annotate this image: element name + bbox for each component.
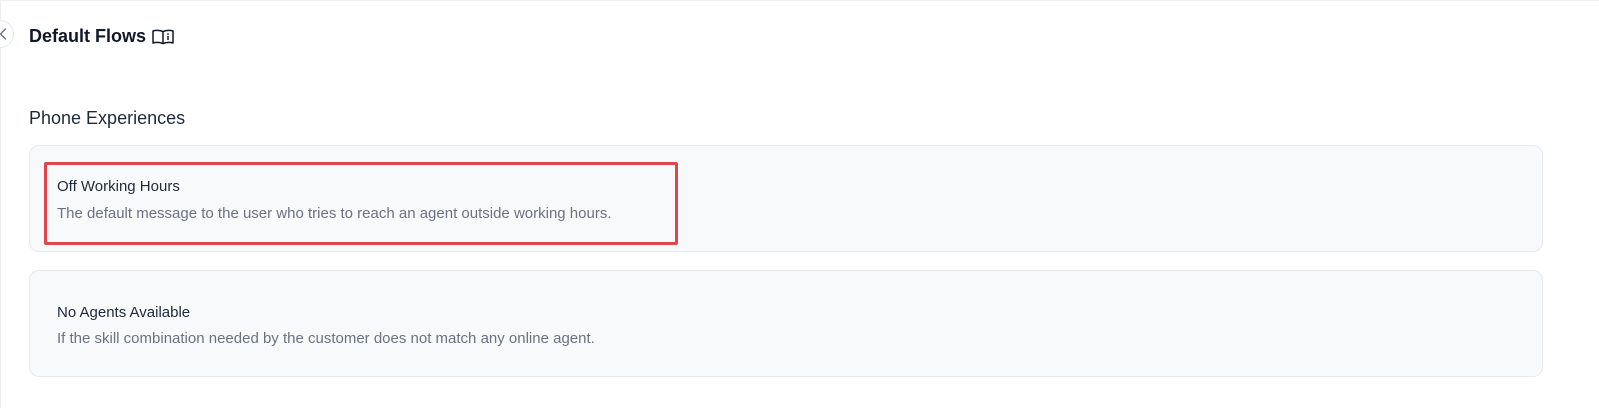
flow-card-off-working-hours[interactable]: Off Working Hours The default message to… xyxy=(29,145,1543,252)
highlight-box xyxy=(44,162,678,245)
flow-card-no-agents-available[interactable]: No Agents Available If the skill combina… xyxy=(29,270,1543,377)
flow-card-title: Off Working Hours xyxy=(57,178,180,195)
top-divider xyxy=(0,0,1599,1)
book-info-icon[interactable] xyxy=(152,28,174,46)
section-title: Phone Experiences xyxy=(29,108,186,128)
page-title-row: Default Flows xyxy=(29,26,174,47)
back-button[interactable] xyxy=(0,20,14,48)
flow-card-description: The default message to the user who trie… xyxy=(57,205,612,222)
chevron-left-icon xyxy=(0,28,7,40)
flow-card-description: If the skill combination needed by the c… xyxy=(57,330,595,347)
flow-card-title: No Agents Available xyxy=(57,304,191,321)
left-divider xyxy=(0,0,1,408)
page-title: Default Flows xyxy=(29,26,147,46)
